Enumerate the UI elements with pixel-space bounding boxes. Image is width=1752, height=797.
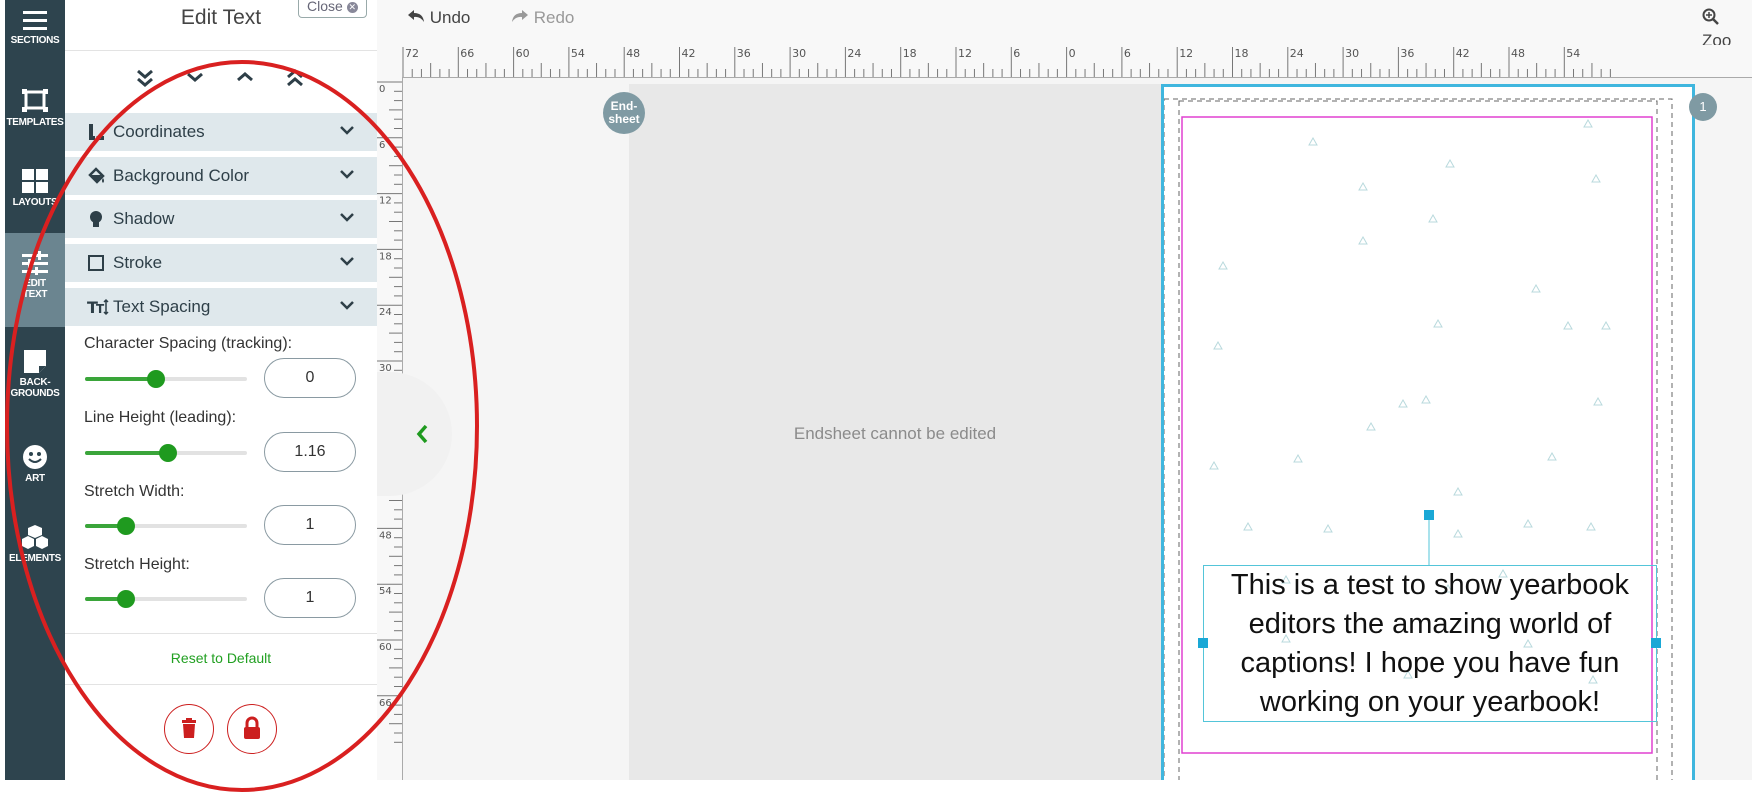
bottom-strip xyxy=(0,780,1752,797)
resize-handle-left[interactable] xyxy=(1198,638,1208,648)
rotate-handle[interactable] xyxy=(1424,510,1434,520)
caption-text-box[interactable]: This is a test to show yearbook editors … xyxy=(1203,565,1657,722)
caption-text: This is a test to show yearbook editors … xyxy=(1230,569,1630,718)
resize-handle-right[interactable] xyxy=(1651,638,1661,648)
